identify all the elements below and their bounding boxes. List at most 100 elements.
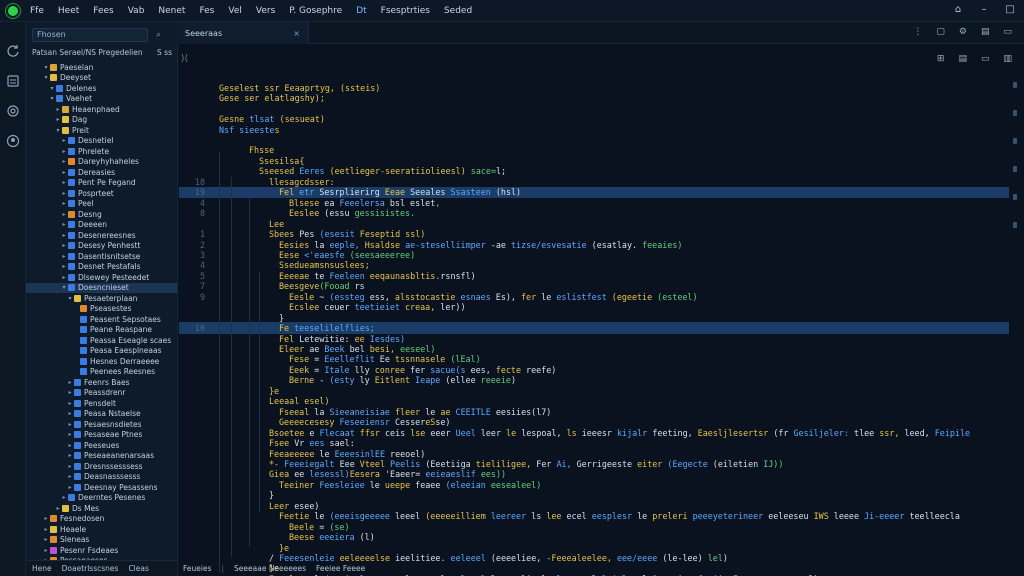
- tree-item[interactable]: ▾ Doesncnieset: [26, 282, 177, 293]
- menu-item[interactable]: Seded: [444, 6, 472, 16]
- chevron-down-icon[interactable]: ▾: [66, 295, 74, 302]
- explorer-actions[interactable]: S ss: [157, 48, 172, 60]
- menu-item[interactable]: Nenet: [158, 6, 185, 16]
- minimize-button[interactable]: –: [978, 4, 990, 16]
- close-icon[interactable]: ×: [293, 29, 300, 38]
- chevron-right-icon[interactable]: ▸: [60, 263, 68, 270]
- tree-item[interactable]: ▸ Pent Pe Fegand: [26, 178, 177, 189]
- menu-item[interactable]: Fsesptrties: [381, 6, 430, 16]
- maximize-button[interactable]: □: [1004, 4, 1016, 16]
- chevron-right-icon[interactable]: ▸: [66, 484, 74, 491]
- chevron-right-icon[interactable]: ▸: [66, 400, 74, 407]
- tree-item[interactable]: ▸ Peseaeanenarsaas: [26, 451, 177, 462]
- tree-item[interactable]: Pseasestes: [26, 304, 177, 315]
- chevron-right-icon[interactable]: ▸: [42, 547, 50, 554]
- chevron-right-icon[interactable]: ▸: [42, 515, 50, 522]
- toolbar-action-icon[interactable]: ▭: [981, 54, 990, 64]
- status-item-functions[interactable]: Feueies: [183, 564, 212, 573]
- chevron-right-icon[interactable]: ▸: [42, 526, 50, 533]
- toolbar-action-icon[interactable]: ⊞: [937, 54, 945, 64]
- tree-item[interactable]: ▾ Deeyset: [26, 73, 177, 84]
- tree-item[interactable]: ▸ Dereasies: [26, 167, 177, 178]
- toolbar-action-icon[interactable]: ▥: [1003, 54, 1012, 64]
- status-item-search[interactable]: Seeeaae Neeeeees: [234, 564, 306, 573]
- tree-item[interactable]: ▸ Desnet Pestafals: [26, 262, 177, 273]
- tree-item[interactable]: ▸ Peasa Nstaelse: [26, 409, 177, 420]
- tree-item[interactable]: ▾ Preit: [26, 125, 177, 136]
- tab-action-icon[interactable]: ⋮: [913, 27, 922, 37]
- chevron-right-icon[interactable]: ▸: [60, 158, 68, 165]
- tree-item[interactable]: ▾ Delenes: [26, 83, 177, 94]
- tree-item[interactable]: ▸ Pesaesnsdietes: [26, 419, 177, 430]
- tree-item[interactable]: ▾ Vaehet: [26, 94, 177, 105]
- tree-item[interactable]: ▸ Deesnay Pesassens: [26, 482, 177, 493]
- menu-item[interactable]: Fes: [199, 6, 214, 16]
- tree-item[interactable]: Peasent Sepsotaes: [26, 314, 177, 325]
- tree-item[interactable]: ▸ Fesnedosen: [26, 514, 177, 525]
- chevron-right-icon[interactable]: ▸: [54, 505, 62, 512]
- menu-item[interactable]: P. Gosephre: [289, 6, 342, 16]
- tree-item[interactable]: ▸ Pensdelt: [26, 398, 177, 409]
- chevron-right-icon[interactable]: ▸: [66, 431, 74, 438]
- chevron-right-icon[interactable]: ▸: [60, 190, 68, 197]
- tree-item[interactable]: ▸ Pesenr Fsdeaes: [26, 545, 177, 556]
- chevron-down-icon[interactable]: ▾: [48, 95, 56, 102]
- chevron-right-icon[interactable]: ▸: [54, 116, 62, 123]
- menu-item[interactable]: Ffe: [30, 6, 44, 16]
- settings-icon[interactable]: [0, 96, 26, 126]
- chevron-right-icon[interactable]: ▸: [66, 452, 74, 459]
- chevron-right-icon[interactable]: ▸: [60, 148, 68, 155]
- tab-action-icon[interactable]: ▤: [981, 27, 990, 37]
- tree-item[interactable]: ▸ Dasentisnitsetse: [26, 251, 177, 262]
- tree-item[interactable]: Hesnes Derraeeee: [26, 356, 177, 367]
- chevron-right-icon[interactable]: ▸: [60, 232, 68, 239]
- tab-action-icon[interactable]: ▭: [1003, 27, 1012, 37]
- tree-item[interactable]: ▸ Sleneas: [26, 535, 177, 546]
- status-item-files[interactable]: Feeiee Feeee: [316, 564, 365, 573]
- chevron-right-icon[interactable]: ▸: [66, 379, 74, 386]
- tab-action-icon[interactable]: ⚙: [959, 27, 967, 37]
- tree-item[interactable]: Peasa Eaesplneaas: [26, 346, 177, 357]
- tree-item[interactable]: ▸ Feenrs Baes: [26, 377, 177, 388]
- tree-item[interactable]: ▸ Peassdrenr: [26, 388, 177, 399]
- chevron-right-icon[interactable]: ▸: [66, 473, 74, 480]
- toolbar-action-icon[interactable]: ▤: [958, 54, 967, 64]
- tree-item[interactable]: ▾ Paeselan: [26, 62, 177, 73]
- tree-item[interactable]: ▸ Ds Mes: [26, 503, 177, 514]
- chevron-down-icon[interactable]: ▾: [60, 284, 68, 291]
- tree-item[interactable]: ▸ Peel: [26, 199, 177, 210]
- chevron-right-icon[interactable]: ▸: [60, 221, 68, 228]
- chevron-right-icon[interactable]: ▸: [60, 169, 68, 176]
- chevron-right-icon[interactable]: ▸: [42, 536, 50, 543]
- chevron-right-icon[interactable]: ▸: [54, 106, 62, 113]
- chevron-right-icon[interactable]: ▸: [66, 463, 74, 470]
- chevron-down-icon[interactable]: ▾: [42, 74, 50, 81]
- chevron-right-icon[interactable]: ▸: [60, 274, 68, 281]
- code-view[interactable]: Geselest ssr Eeaaprtyg, (ssteis) Gese ser…: [179, 82, 1009, 576]
- chevron-right-icon[interactable]: ▸: [60, 242, 68, 249]
- menu-item[interactable]: Dt: [356, 6, 366, 16]
- tree-item[interactable]: Peenees Reesnes: [26, 367, 177, 378]
- chevron-right-icon[interactable]: ▸: [60, 137, 68, 144]
- tree-item[interactable]: ▸ Desenereesnes: [26, 230, 177, 241]
- tree-item[interactable]: ▾ Pesaeterplaan: [26, 293, 177, 304]
- tree-item[interactable]: ▸ Desesy Penhestt: [26, 241, 177, 252]
- chevron-right-icon[interactable]: ▸: [66, 389, 74, 396]
- tree-item[interactable]: ▸ Deerntes Pesenes: [26, 493, 177, 504]
- editor-tab[interactable]: Seeeraas ×: [179, 22, 309, 44]
- tab-action-icon[interactable]: ▢: [936, 27, 945, 37]
- search-icon[interactable]: ⌕: [156, 30, 161, 40]
- chevron-right-icon[interactable]: ▸: [66, 421, 74, 428]
- tree-item[interactable]: ▸ Desng: [26, 209, 177, 220]
- minimap-scrollbar[interactable]: [1010, 82, 1020, 542]
- chevron-right-icon[interactable]: ▸: [60, 211, 68, 218]
- tree-item[interactable]: ▸ Dlsewey Pesteedet: [26, 272, 177, 283]
- tree-item[interactable]: ▸ Dresnssesssess: [26, 461, 177, 472]
- tree-item[interactable]: Peane Reaspane: [26, 325, 177, 336]
- chevron-right-icon[interactable]: ▸: [60, 179, 68, 186]
- home-icon[interactable]: ⌂: [952, 4, 964, 16]
- chevron-down-icon[interactable]: ▾: [54, 127, 62, 134]
- chevron-right-icon[interactable]: ▸: [60, 494, 68, 501]
- tree-item[interactable]: Peassa Eseagle scaes: [26, 335, 177, 346]
- chevron-right-icon[interactable]: ▸: [60, 253, 68, 260]
